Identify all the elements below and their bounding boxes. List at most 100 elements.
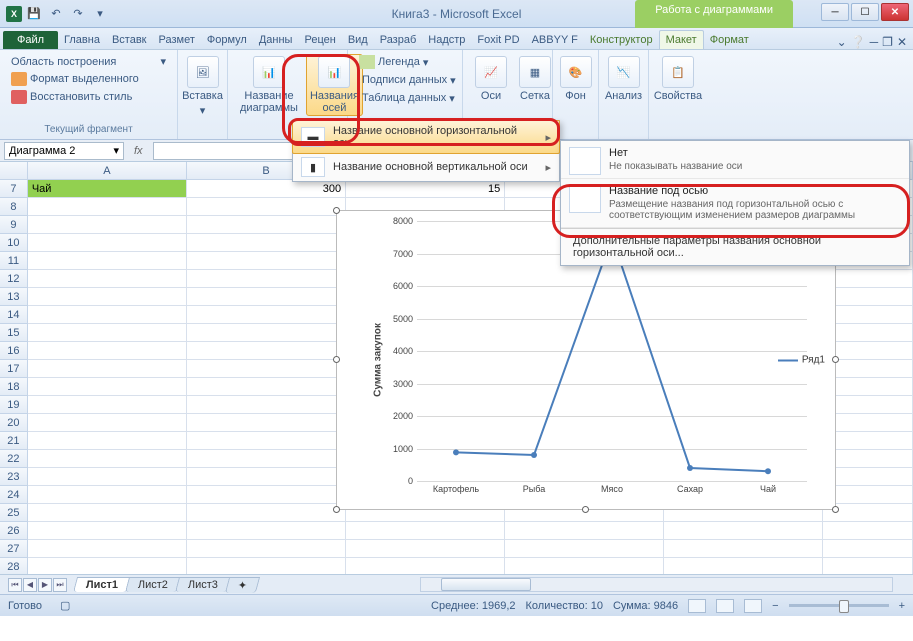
cell[interactable] bbox=[187, 198, 346, 216]
tab-insert[interactable]: Вставк bbox=[106, 31, 153, 49]
cell[interactable] bbox=[28, 234, 187, 252]
reset-style-button[interactable]: Восстановить стиль bbox=[8, 89, 169, 105]
tab-addins[interactable]: Надстр bbox=[422, 31, 471, 49]
cell[interactable] bbox=[187, 216, 346, 234]
option-more-axis-title-options[interactable]: Дополнительные параметры названия основн… bbox=[561, 228, 909, 265]
cell[interactable]: 15 bbox=[346, 180, 505, 198]
cell[interactable] bbox=[187, 504, 346, 522]
sheet-tab-2[interactable]: Лист2 bbox=[125, 577, 181, 592]
cell[interactable] bbox=[823, 432, 913, 450]
cell[interactable] bbox=[823, 486, 913, 504]
tab-formulas[interactable]: Формул bbox=[201, 31, 253, 49]
cell[interactable] bbox=[187, 270, 346, 288]
ribbon-minimize-icon[interactable]: ⌄ bbox=[837, 35, 847, 49]
row-header[interactable]: 7 bbox=[0, 180, 28, 198]
cell[interactable] bbox=[28, 216, 187, 234]
cell[interactable] bbox=[187, 450, 346, 468]
row-header[interactable]: 18 bbox=[0, 378, 28, 396]
properties-button[interactable]: 📋Свойства bbox=[657, 54, 699, 104]
cell[interactable] bbox=[28, 504, 187, 522]
cell[interactable] bbox=[187, 234, 346, 252]
tab-chart-format[interactable]: Формат bbox=[704, 31, 755, 49]
cell[interactable] bbox=[28, 378, 187, 396]
tab-review[interactable]: Рецен bbox=[298, 31, 341, 49]
row-header[interactable]: 13 bbox=[0, 288, 28, 306]
new-sheet-button[interactable]: ✦ bbox=[225, 577, 261, 593]
redo-icon[interactable]: ↷ bbox=[68, 4, 88, 24]
cell[interactable] bbox=[28, 252, 187, 270]
chart-element-selector[interactable]: Область построения▾ bbox=[8, 54, 169, 69]
format-selection-button[interactable]: Формат выделенного bbox=[8, 71, 169, 87]
cell[interactable] bbox=[664, 522, 823, 540]
close-button[interactable]: ✕ bbox=[881, 3, 909, 21]
tab-chart-layout[interactable]: Макет bbox=[659, 30, 704, 49]
cell[interactable] bbox=[28, 414, 187, 432]
tab-chart-design[interactable]: Конструктор bbox=[584, 31, 659, 49]
tab-abbyy[interactable]: ABBYY F bbox=[526, 31, 584, 49]
cell[interactable] bbox=[823, 450, 913, 468]
row-header[interactable]: 23 bbox=[0, 468, 28, 486]
cell[interactable] bbox=[187, 324, 346, 342]
insert-button[interactable]: 🖼 Вставка▾ bbox=[186, 54, 219, 119]
background-button[interactable]: 🎨Фон bbox=[561, 54, 590, 104]
cell[interactable] bbox=[823, 468, 913, 486]
row-header[interactable]: 12 bbox=[0, 270, 28, 288]
cell[interactable] bbox=[187, 522, 346, 540]
cell[interactable] bbox=[28, 360, 187, 378]
select-all-corner[interactable] bbox=[0, 162, 28, 179]
cell[interactable] bbox=[187, 342, 346, 360]
option-none[interactable]: Нет Не показывать название оси bbox=[561, 141, 909, 179]
row-header[interactable]: 10 bbox=[0, 234, 28, 252]
cell[interactable] bbox=[187, 432, 346, 450]
row-header[interactable]: 11 bbox=[0, 252, 28, 270]
cell[interactable] bbox=[28, 486, 187, 504]
cell[interactable] bbox=[505, 558, 664, 574]
submenu-vertical-axis-title[interactable]: ▮ Название основной вертикальной оси▸ bbox=[293, 153, 559, 181]
data-table-button[interactable]: Таблица данных ▾ bbox=[356, 90, 454, 106]
macro-record-icon[interactable]: ▢ bbox=[60, 599, 70, 612]
cell[interactable] bbox=[823, 540, 913, 558]
file-tab[interactable]: Файл bbox=[3, 31, 58, 49]
row-header[interactable]: 20 bbox=[0, 414, 28, 432]
chart-title-button[interactable]: 📊 Название диаграммы bbox=[236, 54, 302, 116]
row-header[interactable]: 27 bbox=[0, 540, 28, 558]
cell[interactable] bbox=[28, 396, 187, 414]
row-header[interactable]: 15 bbox=[0, 324, 28, 342]
tab-data[interactable]: Данны bbox=[253, 31, 299, 49]
row-header[interactable]: 14 bbox=[0, 306, 28, 324]
tab-home[interactable]: Главна bbox=[58, 31, 106, 49]
row-header[interactable]: 9 bbox=[0, 216, 28, 234]
cell[interactable] bbox=[823, 414, 913, 432]
save-icon[interactable]: 💾 bbox=[24, 4, 44, 24]
cell[interactable] bbox=[823, 378, 913, 396]
cell[interactable] bbox=[28, 324, 187, 342]
undo-icon[interactable]: ↶ bbox=[46, 4, 66, 24]
cell[interactable] bbox=[823, 288, 913, 306]
row-header[interactable]: 22 bbox=[0, 450, 28, 468]
legend-button[interactable]: Легенда ▾ bbox=[356, 54, 454, 70]
help-icon[interactable]: ❔ bbox=[851, 35, 866, 49]
sheet-nav-buttons[interactable]: ⏮◀▶⏭ bbox=[8, 578, 67, 592]
view-page-break-button[interactable] bbox=[744, 599, 762, 613]
cell[interactable] bbox=[187, 486, 346, 504]
fx-icon[interactable]: fx bbox=[128, 145, 149, 157]
cell[interactable] bbox=[28, 432, 187, 450]
cell[interactable] bbox=[187, 306, 346, 324]
row-header[interactable]: 16 bbox=[0, 342, 28, 360]
qat-dropdown-icon[interactable]: ▾ bbox=[90, 4, 110, 24]
cell[interactable]: Чай bbox=[28, 180, 187, 198]
cell[interactable] bbox=[823, 306, 913, 324]
col-header-a[interactable]: A bbox=[28, 162, 187, 179]
row-header[interactable]: 26 bbox=[0, 522, 28, 540]
tab-developer[interactable]: Разраб bbox=[374, 31, 423, 49]
cell[interactable] bbox=[187, 252, 346, 270]
cell[interactable] bbox=[823, 558, 913, 574]
cell[interactable] bbox=[28, 450, 187, 468]
data-labels-button[interactable]: Подписи данных ▾ bbox=[356, 72, 454, 88]
doc-restore-icon[interactable]: ❐ bbox=[882, 35, 893, 49]
cell[interactable] bbox=[346, 558, 505, 574]
cell[interactable] bbox=[28, 558, 187, 574]
zoom-in-button[interactable]: + bbox=[899, 600, 905, 612]
cell[interactable] bbox=[28, 306, 187, 324]
gridlines-button[interactable]: ▦Сетка bbox=[515, 54, 555, 104]
